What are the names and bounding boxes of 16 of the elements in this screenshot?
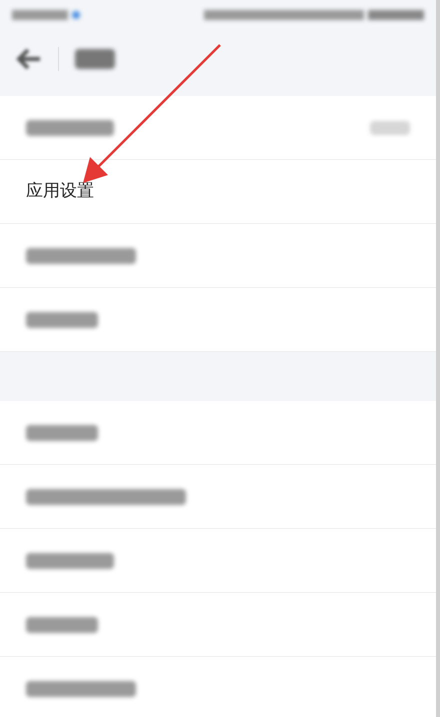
settings-row[interactable] <box>0 401 436 465</box>
settings-row[interactable] <box>0 593 436 657</box>
back-arrow-icon[interactable] <box>16 48 42 70</box>
blurred-value <box>370 120 410 134</box>
blurred-label <box>26 616 98 632</box>
blurred-label <box>26 424 98 440</box>
row-label: 应用设置 <box>26 180 94 203</box>
settings-row[interactable] <box>0 96 436 160</box>
settings-row[interactable] <box>0 529 436 593</box>
settings-row[interactable]: 应用设置 <box>0 160 436 224</box>
blurred-label <box>26 312 98 328</box>
settings-row[interactable] <box>0 288 436 352</box>
settings-row[interactable] <box>0 465 436 529</box>
settings-row[interactable] <box>0 224 436 288</box>
blurred-title <box>75 49 115 69</box>
settings-row[interactable] <box>0 657 436 717</box>
